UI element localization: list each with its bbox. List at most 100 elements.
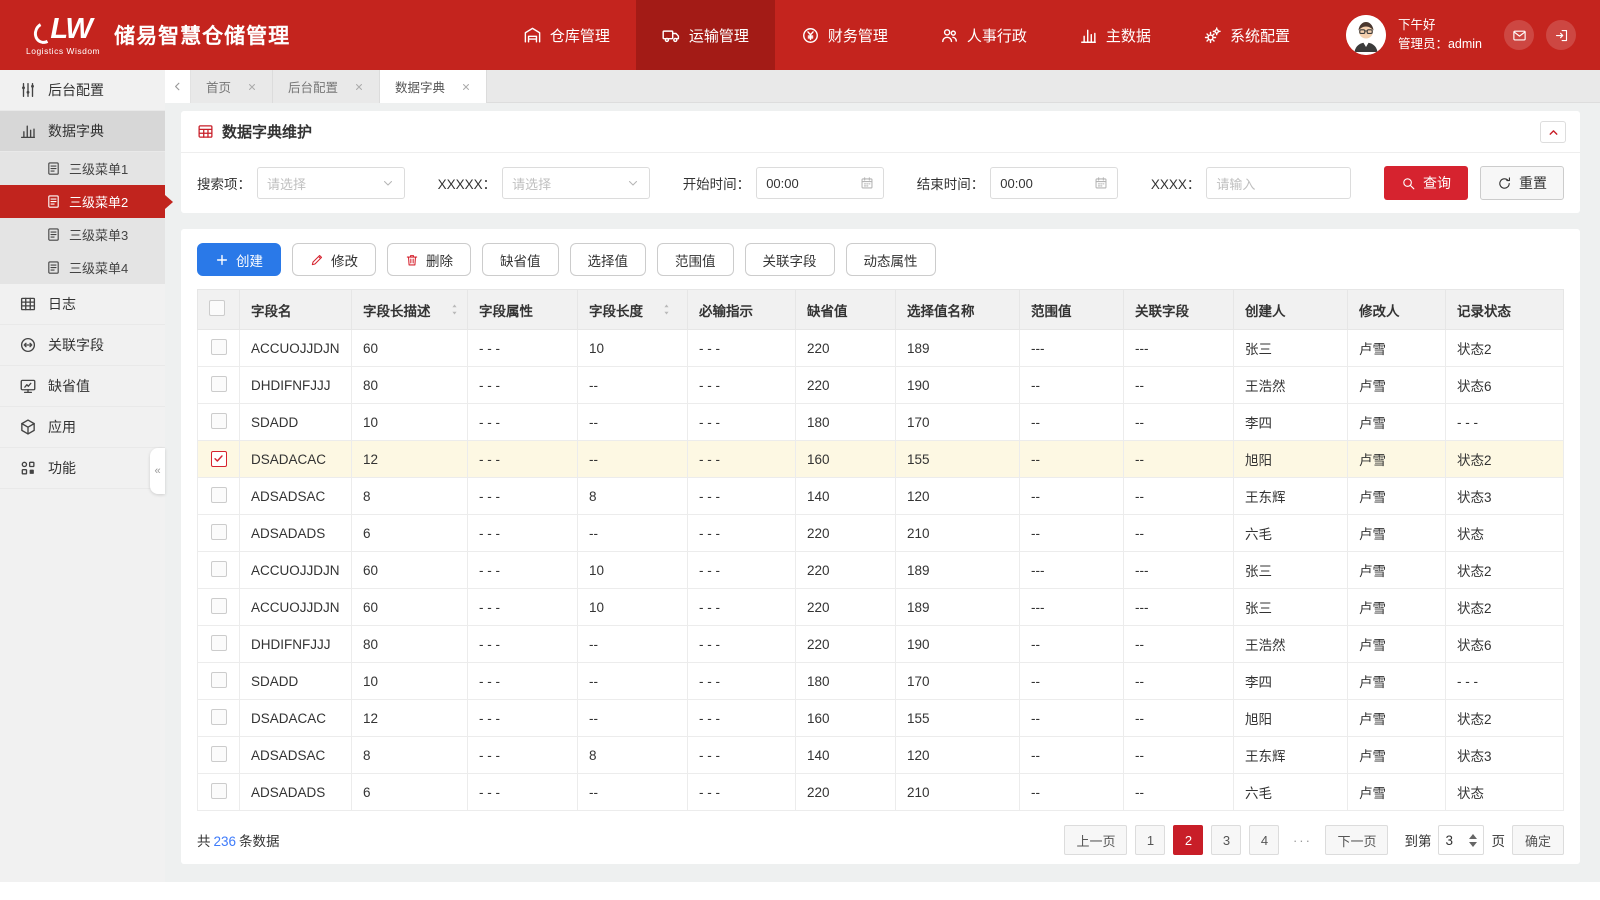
sidebar-item-7[interactable]: 功能 — [0, 448, 165, 489]
tab-scroll-left-button[interactable] — [165, 70, 191, 103]
filter-label: XXXX： — [1150, 177, 1201, 192]
panel-collapse-button[interactable] — [1540, 121, 1566, 143]
table-cell: 状态 — [1445, 514, 1564, 552]
select-placeholder: 请选择 — [267, 176, 307, 192]
sort-icon[interactable] — [661, 303, 672, 316]
tab-1[interactable]: 首页 — [191, 70, 274, 103]
table-cell: -- — [1123, 514, 1234, 552]
sidebar-submenu: 三级菜单1 三级菜单2 三级菜单3 三级菜单4 — [0, 152, 173, 284]
sidebar-subitem-3[interactable]: 三级菜单3 — [0, 218, 165, 251]
nav-item-chart[interactable]: 主数据 — [1053, 0, 1177, 70]
sidebar-item-6[interactable]: 应用 — [0, 407, 165, 448]
toolbar-button-2[interactable]: 修改 — [292, 243, 376, 276]
mail-icon — [1512, 28, 1527, 43]
table-cell: 卢雪 — [1347, 662, 1446, 700]
table-cell: 10 — [577, 329, 688, 367]
toolbar-button-5[interactable]: 选择值 — [569, 243, 646, 276]
nav-item-people[interactable]: 人事行政 — [914, 0, 1053, 70]
column-header-2: 字段长描述 — [351, 289, 468, 330]
page-jump-input[interactable]: 3 — [1438, 825, 1485, 855]
row-checkbox[interactable] — [210, 634, 227, 651]
table-cell: -- — [577, 662, 688, 700]
table-cell: -- — [1123, 477, 1234, 515]
tab-close-icon — [461, 82, 471, 92]
table-cell: 状态 — [1445, 773, 1564, 811]
filter-label: XXXXX： — [437, 177, 497, 192]
xxxxx-select[interactable]: 请选择 — [502, 167, 651, 199]
avatar[interactable] — [1345, 15, 1386, 55]
table-cell: 状态2 — [1445, 699, 1564, 737]
tab-2[interactable]: 后台配置 — [273, 70, 381, 103]
table-cell: - - - — [687, 625, 796, 663]
sidebar-item-3[interactable]: 日志 — [0, 284, 165, 325]
toolbar-button-4[interactable]: 缺省值 — [482, 243, 559, 276]
start-time-input[interactable]: 00:00 — [756, 167, 885, 199]
column-header-3: 字段属性 — [467, 289, 578, 330]
toolbar-button-1[interactable]: 创建 — [197, 243, 281, 276]
toolbar-button-7[interactable]: 关联字段 — [744, 243, 835, 276]
sidebar-item-2[interactable]: 数据字典 — [0, 111, 165, 152]
row-checkbox[interactable] — [210, 597, 227, 614]
row-checkbox[interactable] — [210, 375, 227, 392]
page-button-2[interactable]: 2 — [1173, 825, 1204, 855]
nav-item-gears[interactable]: 系统配置 — [1177, 0, 1316, 70]
tab-close-icon — [354, 82, 364, 92]
select-all-checkbox[interactable] — [209, 300, 225, 316]
sort-icon[interactable] — [449, 303, 460, 316]
sidebar-subitem-1[interactable]: 三级菜单1 — [0, 152, 165, 185]
nav-item-label: 财务管理 — [827, 27, 888, 45]
row-select-cell — [197, 514, 240, 552]
nav-item-warehouse[interactable]: 仓库管理 — [497, 0, 636, 70]
table-cell: --- — [1123, 551, 1234, 589]
sidebar-item-4[interactable]: 关联字段 — [0, 325, 165, 366]
next-page-button[interactable]: 下一页 — [1325, 825, 1389, 855]
message-button[interactable] — [1504, 20, 1534, 50]
sidebar-item-5[interactable]: 缺省值 — [0, 366, 165, 407]
row-checkbox[interactable] — [210, 745, 227, 762]
sidebar-collapse-handle[interactable]: « — [150, 448, 165, 494]
jump-confirm-button[interactable]: 确定 — [1511, 825, 1564, 855]
row-checkbox[interactable] — [210, 486, 227, 503]
sidebar-subitem-4[interactable]: 三级菜单4 — [0, 251, 165, 284]
row-checkbox[interactable] — [210, 412, 227, 429]
tab-3[interactable]: 数据字典 — [380, 70, 488, 103]
page-button-4[interactable]: 4 — [1249, 825, 1280, 855]
row-checkbox[interactable] — [210, 523, 227, 540]
page-button-3[interactable]: 3 — [1211, 825, 1242, 855]
column-header-label: 字段名 — [251, 303, 292, 319]
pagination: 上一页 1 2 3 4 ··· 下一页 到第 3 页 确定 — [1064, 825, 1564, 855]
nav-item-finance[interactable]: 财务管理 — [775, 0, 914, 70]
table-cell: 卢雪 — [1347, 440, 1446, 478]
page-button-1[interactable]: 1 — [1135, 825, 1166, 855]
prev-page-button[interactable]: 上一页 — [1064, 825, 1128, 855]
check-icon — [213, 453, 224, 464]
toolbar-button-6[interactable]: 范围值 — [657, 243, 734, 276]
query-button[interactable]: 查询 — [1383, 166, 1468, 200]
filter-xxxx: XXXX： 请输入 — [1151, 167, 1352, 199]
people-icon — [940, 26, 959, 45]
row-checkbox[interactable] — [210, 671, 227, 688]
table-cell: DHDIFNFJJJ — [239, 625, 352, 663]
search-item-select[interactable]: 请选择 — [257, 167, 405, 199]
row-checkbox[interactable] — [210, 782, 227, 799]
filter-search-item: 搜索项： 请选择 — [197, 167, 405, 199]
toolbar-button-8[interactable]: 动态属性 — [845, 243, 936, 276]
end-time-input[interactable]: 00:00 — [990, 167, 1119, 199]
row-checkbox[interactable] — [210, 338, 227, 355]
table-cell: 160 — [795, 440, 896, 478]
nav-item-truck[interactable]: 运输管理 — [635, 0, 775, 70]
table-cell: - - - — [1445, 662, 1564, 700]
row-select-cell — [197, 366, 240, 404]
reset-button[interactable]: 重置 — [1479, 166, 1564, 200]
sidebar-subitem-2[interactable]: 三级菜单2 — [0, 185, 173, 218]
row-checkbox[interactable] — [210, 450, 227, 467]
sidebar-item-1[interactable]: 后台配置 — [0, 70, 165, 111]
table-cell: -- — [1123, 736, 1234, 774]
row-checkbox[interactable] — [210, 560, 227, 577]
table-cell: 10 — [577, 551, 688, 589]
xxxx-text-input[interactable]: 请输入 — [1206, 167, 1352, 199]
toolbar-button-3[interactable]: 删除 — [387, 243, 471, 276]
number-spinner-icon[interactable] — [1469, 833, 1478, 847]
logout-button[interactable] — [1546, 20, 1576, 50]
row-checkbox[interactable] — [210, 708, 227, 725]
